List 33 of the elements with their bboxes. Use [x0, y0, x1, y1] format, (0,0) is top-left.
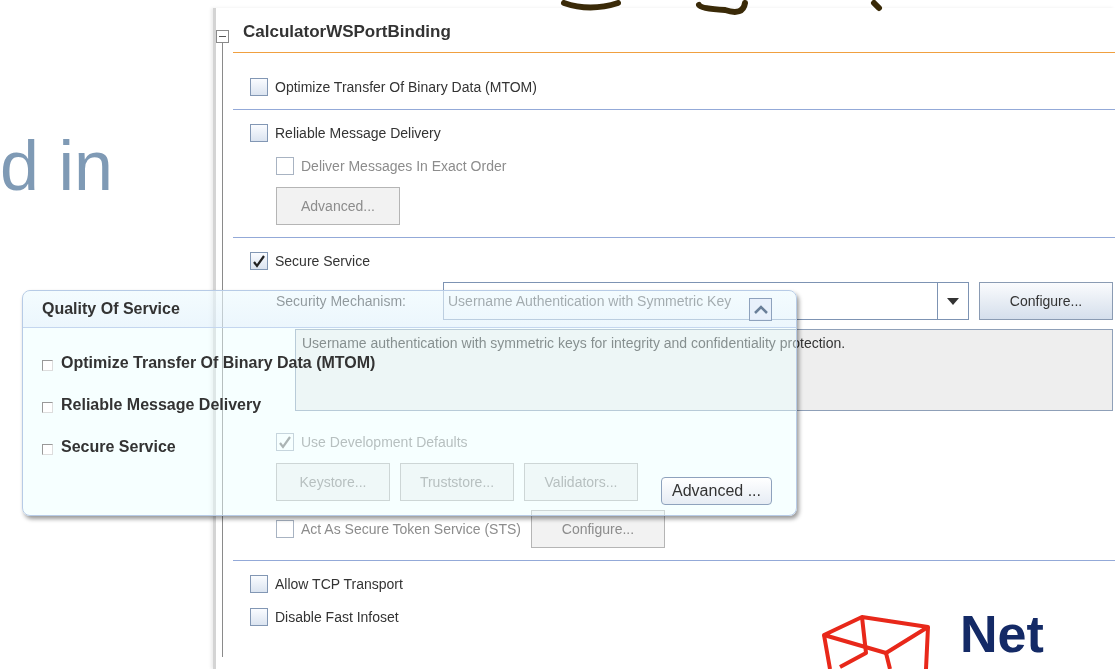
advanced-button[interactable]: Advanced ... [661, 477, 772, 505]
scribble-drawing [695, 0, 751, 18]
checkbox-label[interactable]: Optimize Transfer Of Binary Data (MTOM) [61, 354, 376, 372]
checkbox[interactable] [250, 78, 268, 96]
field-label: Security Mechanism: [276, 293, 407, 309]
check-icon [252, 254, 266, 268]
cube-logo-icon [820, 613, 932, 669]
checkbox-label[interactable]: Disable Fast Infoset [275, 609, 399, 625]
checkbox[interactable] [250, 252, 268, 270]
checkbox[interactable] [250, 575, 268, 593]
logo-text: Net [960, 606, 1044, 664]
checkbox-label[interactable]: Optimize Transfer Of Binary Data (MTOM) [275, 79, 537, 95]
collapse-button[interactable] [749, 297, 772, 321]
popup-title: Quality Of Service [42, 300, 180, 318]
checkbox[interactable] [42, 401, 53, 413]
binding-title: CalculatorWSPortBinding [233, 8, 1115, 53]
checkbox-label[interactable]: Reliable Message Delivery [275, 125, 441, 141]
checkbox[interactable] [42, 443, 53, 455]
checkbox-label[interactable]: Reliable Message Delivery [61, 396, 262, 414]
slide-heading-fragment: d in [0, 128, 113, 205]
checkbox[interactable] [250, 608, 268, 626]
scribble-drawing [560, 0, 622, 12]
scribble-drawing [870, 0, 884, 12]
checkbox[interactable] [42, 359, 53, 371]
checkbox[interactable] [250, 124, 268, 142]
chevron-up-icon [753, 304, 768, 314]
checkbox-label[interactable]: Secure Service [275, 253, 370, 269]
dropdown-arrow-icon [947, 297, 959, 305]
checkbox-label[interactable]: Allow TCP Transport [275, 576, 403, 592]
configure-button[interactable]: Configure... [979, 282, 1113, 320]
checkbox-label[interactable]: Secure Service [61, 438, 176, 456]
collapse-icon[interactable] [216, 30, 229, 43]
check-icon [278, 435, 292, 449]
